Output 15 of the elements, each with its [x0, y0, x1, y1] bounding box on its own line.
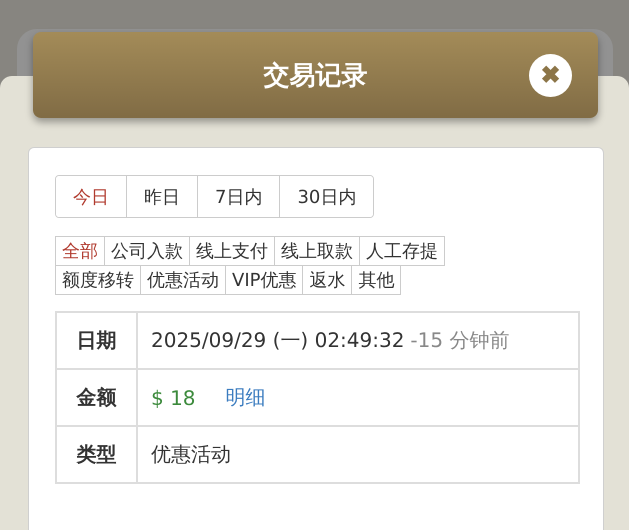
field-label: 金额 — [57, 370, 138, 425]
amount-value: $ 18 — [151, 386, 196, 410]
date-value: 2025/09/29 (一) 02:49:32 — [151, 327, 404, 354]
field-label: 类型 — [57, 427, 138, 482]
filter-chip[interactable]: 人工存提 — [359, 236, 445, 266]
filter-chip[interactable]: 其他 — [351, 265, 402, 295]
close-button[interactable]: ✖ — [529, 54, 572, 97]
period-tab[interactable]: 30日内 — [279, 176, 374, 217]
details-link[interactable]: 明细 — [226, 384, 266, 411]
field-label: 日期 — [57, 313, 138, 368]
filter-chip[interactable]: 额度移转 — [55, 265, 141, 295]
filter-chip[interactable]: 全部 — [55, 236, 105, 266]
dialog-title: 交易记录 — [264, 60, 368, 92]
type-value: 优惠活动 — [151, 441, 231, 468]
time-ago: -15 分钟前 — [410, 327, 510, 354]
